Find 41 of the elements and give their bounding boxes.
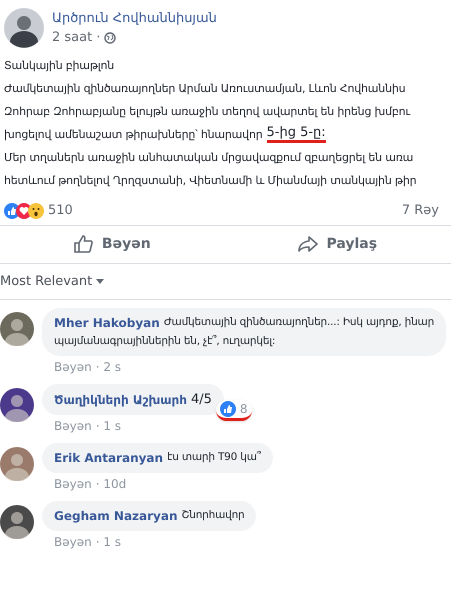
- commenter-avatar[interactable]: [0, 505, 34, 540]
- comment-like-link[interactable]: Bəyən: [54, 358, 92, 376]
- comment-time: · 1 s: [96, 534, 122, 552]
- author-name[interactable]: Արծրուն Հովհաննիսյան: [52, 8, 217, 28]
- comment-like-link[interactable]: Bəyən: [54, 533, 92, 552]
- post-text: Տանկային բիաթլոն: [4, 58, 114, 74]
- post-text: Ժամկետային զինծառայողներ Արման Առուստամյան, Լևոն Հովհաննիս: [4, 80, 406, 96]
- caret-icon: [96, 278, 104, 284]
- commenter-name[interactable]: Gegham Nazaryan: [54, 507, 178, 526]
- comment-text: 4/5: [190, 390, 212, 409]
- like-button[interactable]: Bəyən: [62, 230, 163, 258]
- globe-icon: [104, 32, 116, 44]
- comment-time: · 2 s: [96, 358, 122, 376]
- profile-avatar[interactable]: [4, 8, 44, 48]
- post-text: խոցելով ամենաշատ թիրախները՝ հնարավոր: [4, 126, 262, 142]
- post-time: 2 saat ·: [52, 29, 100, 47]
- comment-like-link[interactable]: Bəyən: [54, 417, 92, 436]
- comment-time: · 10d: [96, 476, 126, 494]
- comment-count[interactable]: 7 Rəy: [402, 201, 447, 220]
- commenter-name[interactable]: Erik Antaranyan: [54, 449, 164, 468]
- comment-text: Ժամկետային զինծառայողներ...: Իսկ այդոք, ինար: [164, 315, 434, 330]
- commenter-avatar[interactable]: [0, 388, 34, 422]
- commenter-avatar[interactable]: [0, 447, 34, 482]
- highlighted-text: 5-ից 5-ը:: [266, 126, 326, 143]
- share-arrow-icon: [298, 236, 318, 252]
- comment-text: էս տարի T90 կա՞: [167, 450, 261, 466]
- post-text: Զոհրաբ Զոհրաբյանը ելույթն առաջին տեղով ավարտել են իրենց խմբու: [4, 104, 410, 120]
- share-button[interactable]: Paylaş: [286, 230, 390, 258]
- commenter-name[interactable]: Mher Hakobyan: [54, 314, 160, 332]
- post-text: հետևում թողնելով Ղրղզստանի, Վիետնամի և Միանմայի տանկային թիր: [4, 172, 416, 188]
- thumbs-up-icon: [74, 235, 94, 253]
- commenter-name[interactable]: Ծաղիկների Աշխարհ: [54, 390, 187, 408]
- comment-like-link[interactable]: Bəyən: [54, 475, 92, 494]
- comment-text: պայմանագրայիններին են, չէ՞, ուղարկել:: [54, 334, 276, 349]
- post-text: Մեր տղաներն առաջին անհատական մրցավազքում զբաղեցրել են առա: [4, 150, 414, 166]
- wow-reaction-icon: [28, 202, 44, 219]
- reaction-count[interactable]: 510: [48, 201, 73, 220]
- commenter-avatar[interactable]: [0, 312, 34, 346]
- comment-time: · 1 s: [96, 418, 122, 436]
- sort-dropdown[interactable]: Most Relevant: [0, 272, 104, 291]
- comment-text: Շնորհավոր: [182, 508, 244, 524]
